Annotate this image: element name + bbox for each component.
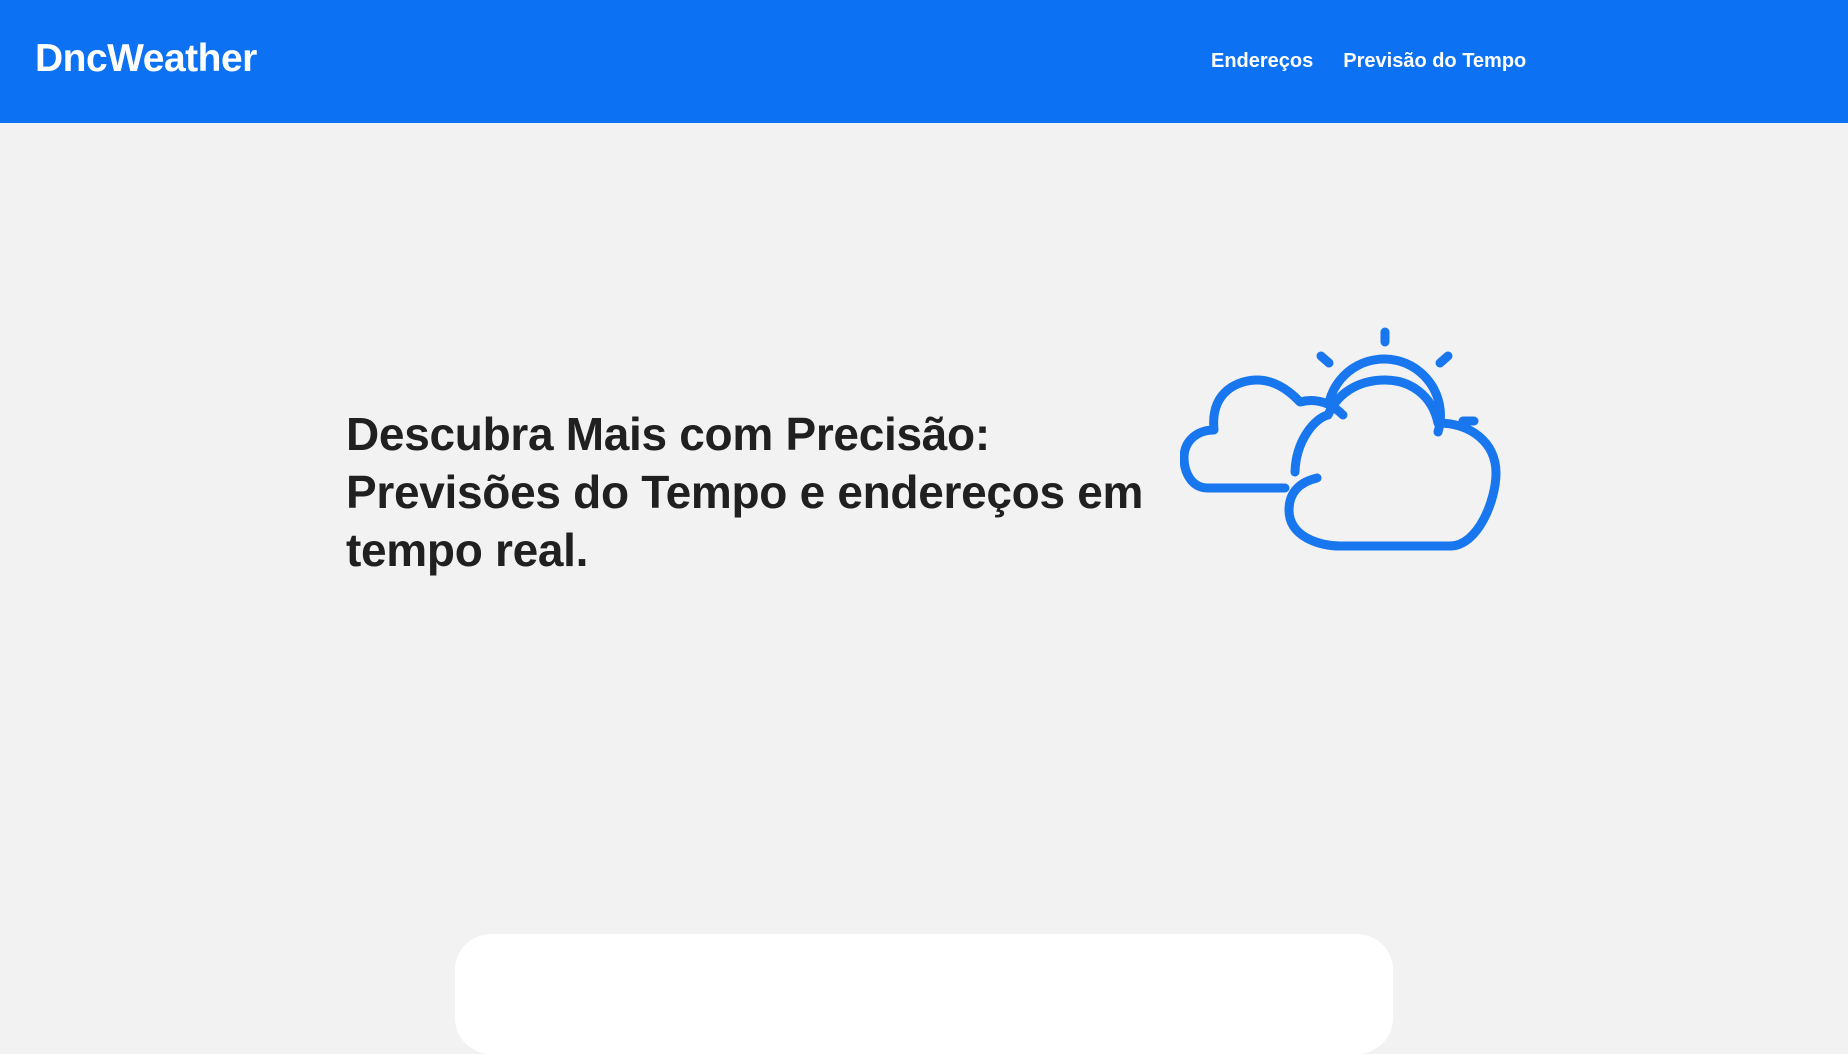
hero-title: Descubra Mais com Precisão: Previsões do… xyxy=(346,408,1144,576)
nav-link-previsao-do-tempo[interactable]: Previsão do Tempo xyxy=(1343,48,1526,74)
logo[interactable]: DncWeather xyxy=(35,36,257,82)
hero-section: Descubra Mais com Precisão: Previsões do… xyxy=(346,405,1146,579)
partly-cloudy-icon xyxy=(1179,320,1510,555)
main-nav: Endereços Previsão do Tempo xyxy=(1211,48,1526,74)
top-navbar: DncWeather Endereços Previsão do Tempo xyxy=(0,0,1848,123)
nav-link-enderecos[interactable]: Endereços xyxy=(1211,48,1313,74)
content-card xyxy=(455,934,1393,1054)
